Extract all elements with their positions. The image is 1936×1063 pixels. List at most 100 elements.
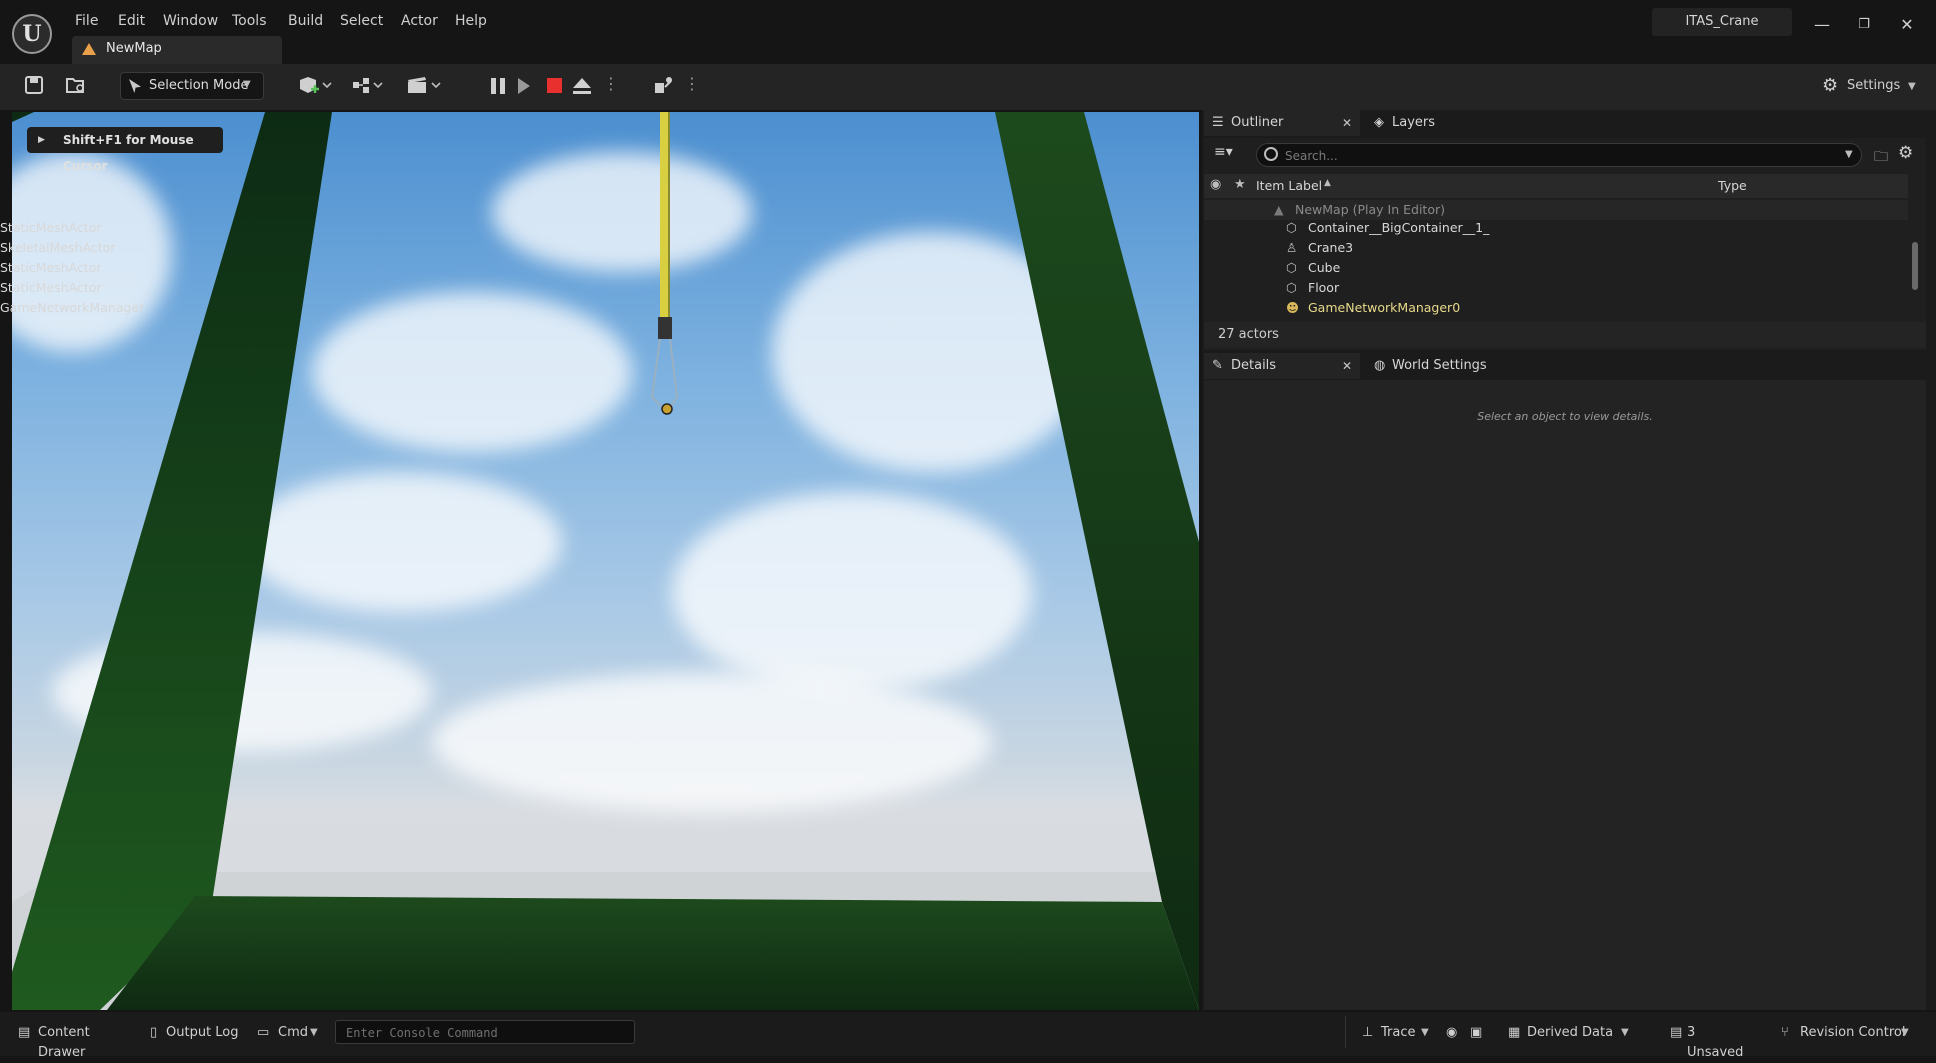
settings-button[interactable]: ⚙ Settings ▼ [1822,74,1922,98]
actor-count-text: 27 actors [1218,327,1279,342]
level-icon [82,43,96,55]
tree-row-root[interactable]: ▲ NewMap (Play In Editor) [1204,200,1908,220]
level-icon: ▲ [1274,202,1284,217]
chevron-down-icon: ▼ [1908,81,1916,92]
level-tab[interactable]: NewMap [72,36,282,64]
menu-window[interactable]: Window [163,11,218,31]
chevron-down-icon: ▼ [310,1027,318,1038]
outliner-search[interactable]: ▼ [1256,143,1862,167]
pause-icon[interactable] [488,76,508,96]
more-options-icon[interactable]: ⋮ [684,76,700,92]
pin-star-icon[interactable]: ★ [1234,177,1246,192]
trace-icon: ⊥ [1362,1025,1374,1040]
menu-edit[interactable]: Edit [118,11,145,31]
close-window-icon[interactable]: ✕ [1895,14,1919,38]
row-type: StaticMeshActor [0,220,102,235]
chevron-down-icon: ▼ [1901,1027,1909,1038]
row-label: Cube [1308,260,1341,275]
outliner-search-input[interactable] [1283,146,1827,166]
output-log-icon: ▯ [150,1025,158,1040]
search-icon [1264,147,1278,161]
level-tab-label: NewMap [106,41,162,56]
row-type: StaticMeshActor [0,280,102,295]
tab-layers[interactable]: ◈ Layers [1370,110,1490,136]
chevron-down-icon[interactable]: ▼ [1845,149,1853,160]
crane-cabin-frame [12,112,1199,1010]
menu-actor[interactable]: Actor [401,11,438,31]
details-empty-message: Select an object to view details. [1477,410,1653,423]
browse-content-icon[interactable] [64,75,88,99]
trace-dropdown[interactable]: ⊥ Trace ▼ [1362,1023,1432,1043]
divider [1345,1016,1346,1048]
mouse-cursor-hint[interactable]: ▶ Shift+F1 for Mouse Cursor [27,127,223,173]
minimize-icon[interactable]: — [1810,14,1834,38]
cmd-dropdown[interactable]: ▭ Cmd ▼ [257,1023,327,1043]
derived-data-dropdown[interactable]: ▦ Derived Data ▼ [1508,1023,1632,1043]
menu-help[interactable]: Help [455,11,487,31]
tab-details[interactable]: ✎ Details ✕ [1204,353,1360,379]
eject-icon[interactable] [572,78,592,96]
unsaved-icon: ▤ [1670,1025,1683,1040]
settings-label: Settings [1847,78,1901,93]
menu-build[interactable]: Build [288,11,323,31]
content-drawer-button[interactable]: ▤ Content Drawer [18,1023,130,1060]
unsaved-label: 3 Unsaved [1687,1025,1744,1060]
table-row[interactable]: ⬡ Container__BigContainer__1_ [1204,218,1908,238]
filter-icon[interactable]: ≡▾ [1214,144,1233,160]
table-row[interactable]: ⬡ Floor [1204,278,1908,298]
outliner-scrollbar[interactable] [1912,242,1918,290]
tab-outliner[interactable]: ☰ Outliner ✕ [1204,110,1360,136]
level-viewport[interactable] [12,112,1199,1010]
close-icon[interactable]: ✕ [1342,353,1352,379]
content-drawer-icon: ▤ [18,1025,31,1040]
trace-label: Trace [1381,1025,1416,1040]
derived-data-icon: ▦ [1508,1025,1521,1040]
record-icon[interactable]: ◉ [1446,1023,1462,1043]
selection-mode-dropdown[interactable]: Selection Mode ▼ [120,72,264,100]
frame-skip-icon[interactable] [518,78,530,94]
add-folder-icon[interactable]: 🗀 [1874,146,1888,170]
outliner-settings-icon[interactable]: ⚙ [1898,143,1913,163]
details-panel [1204,380,1926,1010]
menu-select[interactable]: Select [340,11,383,31]
add-actor-icon[interactable] [296,75,336,99]
column-type[interactable]: Type [1718,178,1747,193]
menu-file[interactable]: File [75,11,98,31]
console-command[interactable] [335,1020,635,1044]
table-row[interactable]: ☻ GameNetworkManager0 [1204,298,1908,318]
cursor-icon [129,79,141,93]
title-bar [0,0,1936,64]
restore-icon[interactable]: ❐ [1852,14,1876,38]
terminal-icon: ▭ [257,1025,270,1040]
visibility-icon[interactable]: ◉ [1210,177,1221,192]
row-type: GameNetworkManager [0,300,145,315]
unreal-logo-icon[interactable]: U [12,14,52,54]
unsaved-button[interactable]: ▤ 3 Unsaved [1670,1023,1755,1060]
table-row[interactable]: ♙ Crane3 [1204,238,1908,258]
cinematics-icon[interactable] [406,75,444,99]
close-icon[interactable]: ✕ [1342,110,1352,136]
blueprint-icon[interactable] [352,75,388,99]
revision-control-dropdown[interactable]: ⑂ Revision Control ▼ [1781,1023,1913,1043]
static-mesh-icon: ⬡ [1286,220,1297,235]
menu-tools[interactable]: Tools [232,11,267,31]
tab-outliner-label: Outliner [1231,115,1284,130]
output-log-button[interactable]: ▯ Output Log [150,1023,240,1043]
output-log-label: Output Log [166,1025,239,1040]
static-mesh-icon: ⬡ [1286,260,1297,275]
stop-icon[interactable] [547,78,562,93]
console-command-input[interactable] [344,1023,632,1043]
tab-world-settings-label: World Settings [1392,358,1487,373]
sort-ascending-icon: ▲ [1324,178,1331,188]
tab-world-settings[interactable]: ◍ World Settings [1370,353,1520,379]
screenshot-icon[interactable]: ▣ [1470,1023,1486,1043]
save-icon[interactable] [22,75,46,99]
column-item-label[interactable]: Item Label [1256,178,1322,193]
revision-control-label: Revision Control [1800,1025,1906,1040]
tab-details-label: Details [1231,358,1277,373]
globe-icon: ◍ [1374,358,1386,373]
play-options-icon[interactable]: ⋮ [603,76,619,92]
actor-icon: ☻ [1286,300,1300,315]
table-row[interactable]: ⬡ Cube [1204,258,1908,278]
platforms-icon[interactable] [652,75,676,99]
